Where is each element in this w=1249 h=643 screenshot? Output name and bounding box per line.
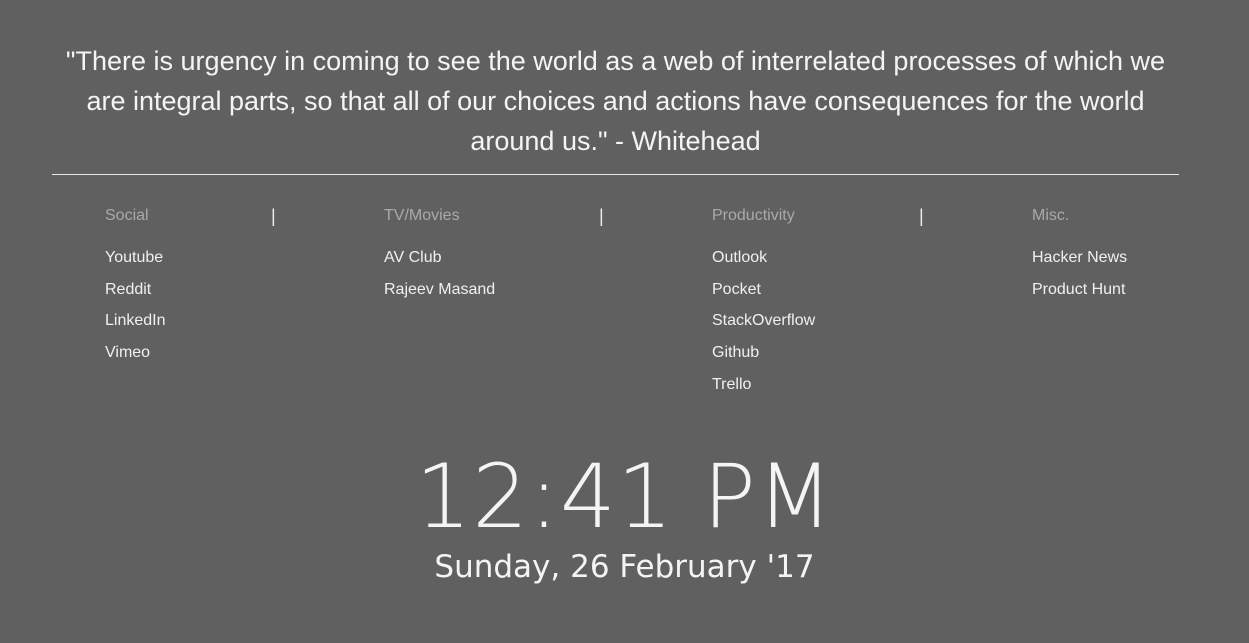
clock-date: Sunday, 26 February '17 (434, 549, 815, 585)
column-heading-tv-movies: TV/Movies (384, 207, 460, 224)
quote-text: "There is urgency in coming to see the w… (65, 46, 1166, 156)
link-youtube[interactable]: Youtube (105, 249, 163, 266)
link-trello[interactable]: Trello (712, 376, 751, 393)
column-separator: | (919, 206, 924, 226)
links-column-social: Social Youtube Reddit LinkedIn Vimeo (105, 206, 166, 375)
link-stackoverflow[interactable]: StackOverflow (712, 312, 815, 329)
link-product-hunt[interactable]: Product Hunt (1032, 281, 1125, 298)
link-outlook[interactable]: Outlook (712, 249, 767, 266)
column-heading-productivity: Productivity (712, 207, 795, 224)
links-column-misc: Misc. Hacker News Product Hunt (1032, 206, 1127, 311)
divider (52, 174, 1179, 175)
links-column-productivity: Productivity Outlook Pocket StackOverflo… (712, 206, 815, 406)
column-separator: | (599, 206, 604, 226)
column-heading-misc: Misc. (1032, 207, 1070, 224)
link-github[interactable]: Github (712, 344, 759, 361)
link-av-club[interactable]: AV Club (384, 249, 442, 266)
link-vimeo[interactable]: Vimeo (105, 344, 150, 361)
link-pocket[interactable]: Pocket (712, 281, 761, 298)
column-separator: | (271, 206, 276, 226)
clock-time: 12:41 PM (415, 445, 834, 548)
links-column-tv-movies: TV/Movies AV Club Rajeev Masand (384, 206, 495, 311)
column-heading-social: Social (105, 207, 149, 224)
link-hacker-news[interactable]: Hacker News (1032, 249, 1127, 266)
link-rajeev-masand[interactable]: Rajeev Masand (384, 281, 495, 298)
link-linkedin[interactable]: LinkedIn (105, 312, 166, 329)
link-reddit[interactable]: Reddit (105, 281, 151, 298)
